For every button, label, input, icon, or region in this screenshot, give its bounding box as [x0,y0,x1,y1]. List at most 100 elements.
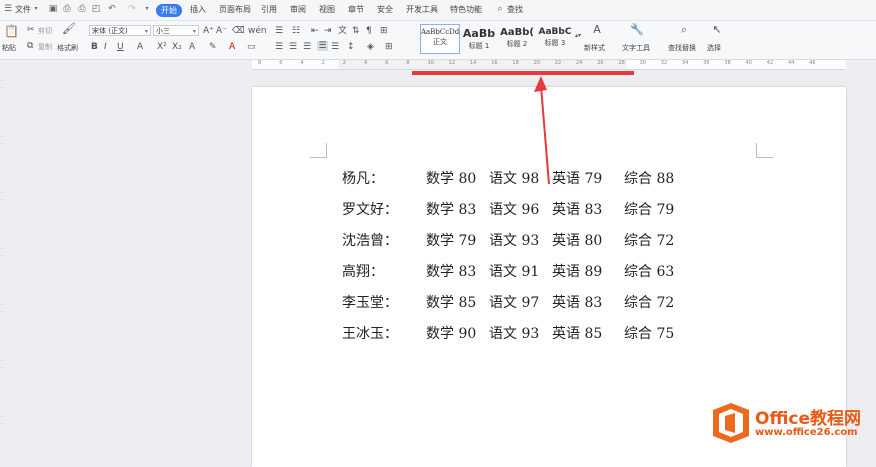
line-spacing-icon[interactable]: ↕ [347,42,355,52]
paste-button[interactable]: 粘贴 [2,43,16,53]
tab-review[interactable]: 审阅 [290,4,306,15]
margin-corner-mark [756,143,773,158]
english-score: 英语 89 [552,264,603,280]
grow-font-icon[interactable]: A⁺ [203,26,214,36]
wrench-icon[interactable]: 🔧 [630,24,644,35]
tab-home[interactable]: 开始 [156,4,182,17]
tab-features[interactable]: 特色功能 [450,4,482,15]
watermark-url: www.office26.com [755,427,858,438]
tab-section[interactable]: 章节 [348,4,364,15]
style-normal[interactable]: AaBbCcDd 正文 [420,24,460,54]
ruler-tick-label: 34 [682,60,689,66]
superscript-icon[interactable]: X² [157,42,167,52]
total-score: 综合 79 [624,202,675,218]
italic-icon[interactable]: I [104,42,107,52]
align-left-icon[interactable]: ☰ [275,42,283,52]
copy-icon[interactable]: ⧉ [27,41,33,51]
shading-icon[interactable]: ◈ [367,42,374,52]
select-cursor-icon[interactable]: ↖ [710,24,724,35]
horizontal-ruler[interactable]: 8 6 4 2 2 4 6 8 10 12 14 16 18 20 22 24 26 28 30 32 34 36 38 40… [252,60,846,70]
tab-view[interactable]: 视图 [319,4,335,15]
tab-references[interactable]: 引用 [261,4,277,15]
tab-developer[interactable]: 开发工具 [406,4,438,15]
ruler-tick-label: 36 [703,60,710,66]
text-effect-icon[interactable]: A [189,42,195,52]
more-icon[interactable]: ▾ [142,4,152,14]
save-icon[interactable]: ▣ [48,4,58,14]
style-heading3[interactable]: AaBbC 标题 3 [536,24,574,54]
new-style-button[interactable]: 新样式 [584,43,605,53]
font-size-select[interactable]: 小三 ▾ [153,25,199,36]
new-style-icon[interactable]: A [590,24,604,35]
search-icon[interactable]: ⌕ [495,4,505,14]
char-border-icon[interactable]: ▭ [247,42,256,52]
paragraph-settings-icon[interactable]: ⊞ [380,26,388,36]
font-color-icon[interactable]: A [229,42,235,52]
tab-page-layout[interactable]: 页面布局 [219,4,251,15]
show-marks-icon[interactable]: ¶ [366,26,372,36]
find-replace-icon[interactable]: ⌕ [677,24,691,35]
clear-format-icon[interactable]: ⌫ [232,26,245,36]
ribbon-toolbar: 📋 粘贴 ✂ 剪切 ⧉ 复制 🖌 格式刷 宋体 (正文) ▾ 小三 ▾ A⁺ A⁻ … [0,21,876,60]
highlight-icon[interactable]: ✎ [209,42,217,52]
font-name-select[interactable]: 宋体 (正文) ▾ [89,25,151,36]
strikethrough-icon[interactable]: A [137,42,143,52]
style-heading1-sample: AaBb [462,27,496,40]
format-painter-icon[interactable]: 🖌 [62,23,76,34]
redo-icon[interactable]: ↷ [127,4,137,14]
select-button[interactable]: 选择 [707,43,721,53]
scissors-icon[interactable]: ✂ [27,25,35,35]
chevron-down-icon[interactable]: ▾ [31,4,41,14]
total-score: 综合 72 [624,233,675,249]
ruler-text-area [338,60,626,69]
copy-button[interactable]: 复制 [38,42,52,52]
shrink-font-icon[interactable]: A⁻ [216,26,227,36]
file-menu[interactable]: 文件 [15,4,31,15]
subscript-icon[interactable]: X₂ [172,42,182,52]
increase-indent-icon[interactable]: ⇥ [324,26,332,36]
chevron-down-icon: ▾ [192,28,196,35]
sort-icon[interactable]: ⇅ [352,26,360,36]
bullets-icon[interactable]: ☰ [275,26,283,36]
ruler-tick-label: 44 [788,60,795,66]
ruler-tick-label: 18 [512,60,519,66]
undo-icon[interactable]: ↶ [107,4,117,14]
menu-icon[interactable]: ☰ [3,4,13,14]
ruler-tick-label: 22 [554,60,562,66]
style-normal-sample: AaBbCcDd [421,28,459,36]
underline-icon[interactable]: U [117,42,124,52]
decrease-indent-icon[interactable]: ⇤ [311,26,319,36]
style-heading2[interactable]: AaBb( 标题 2 [498,24,536,54]
align-right-icon[interactable]: ☰ [303,42,311,52]
paste-icon[interactable]: 📋 [4,24,19,38]
distribute-icon[interactable]: ☰ [331,42,339,52]
student-name: 沈浩曾： [342,233,398,249]
numbering-icon[interactable]: ☷ [292,26,300,36]
pinyin-icon[interactable]: wén [248,26,267,36]
text-tools-button[interactable]: 文字工具 [622,43,650,53]
borders-icon[interactable]: ⊞ [385,42,393,52]
justify-icon[interactable]: ☰ [317,41,328,51]
english-score: 英语 80 [552,233,603,249]
export-pdf-icon[interactable]: ⎙ [62,4,72,14]
ruler-tick-label: 6 [385,60,389,66]
align-center-icon[interactable]: ☰ [289,42,297,52]
english-score: 英语 83 [552,295,603,311]
cut-button[interactable]: 剪切 [38,26,52,36]
ruler-tick-label: 28 [618,60,625,66]
style-gallery-more-icon[interactable]: ▴▾ [575,31,581,41]
bold-icon[interactable]: B [91,42,98,52]
search-command[interactable]: 查找 [507,4,523,15]
format-painter-button[interactable]: 格式刷 [57,43,78,53]
ruler-tick-label: 8 [406,60,410,66]
ruler-tick-label: 4 [364,60,368,66]
print-preview-icon[interactable]: ◰ [91,4,101,14]
style-heading1[interactable]: AaBb 标题 1 [460,24,498,54]
tab-security[interactable]: 安全 [377,4,393,15]
print-icon[interactable]: ⎙ [77,4,87,14]
find-replace-button[interactable]: 查找替换 [668,43,696,53]
vertical-ruler [0,70,5,452]
chinese-layout-icon[interactable]: 文 [338,26,347,36]
chinese-score: 语文 91 [489,264,540,280]
tab-insert[interactable]: 插入 [190,4,206,15]
